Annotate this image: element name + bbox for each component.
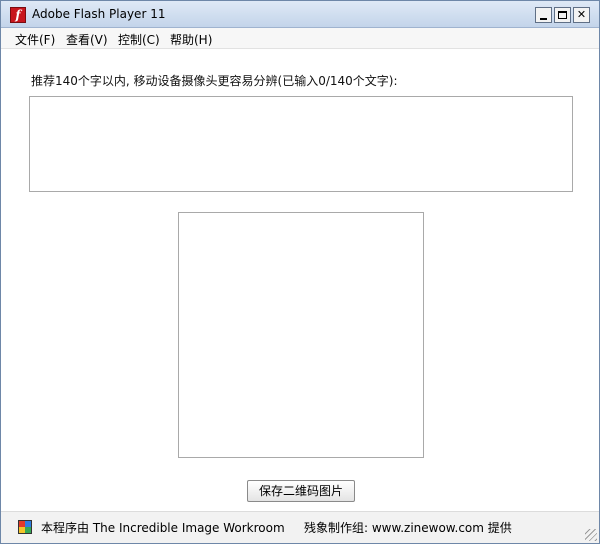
flash-icon: f [10, 7, 26, 23]
input-hint: 推荐140个字以内, 移动设备摄像头更容易分辨(已输入0/140个文字): [31, 74, 398, 88]
menu-control[interactable]: 控制(C) [118, 31, 160, 48]
resize-grip[interactable] [585, 529, 597, 541]
minimize-icon [540, 18, 547, 20]
close-button[interactable]: ✕ [573, 7, 590, 23]
qr-code-preview [178, 212, 424, 458]
minimize-button[interactable] [535, 7, 552, 23]
window-title: Adobe Flash Player 11 [32, 7, 166, 21]
status-bar: 本程序由 The Incredible Image Workroom 残象制作组… [1, 511, 599, 543]
menu-help[interactable]: 帮助(H) [170, 31, 212, 48]
menu-bar: 文件(F) 查看(V) 控制(C) 帮助(H) [1, 28, 599, 49]
save-qr-button[interactable]: 保存二维码图片 [247, 480, 355, 502]
maximize-button[interactable] [554, 7, 571, 23]
maximize-icon [558, 11, 567, 19]
menu-file[interactable]: 文件(F) [15, 31, 55, 48]
main-content: 推荐140个字以内, 移动设备摄像头更容易分辨(已输入0/140个文字): 保存… [1, 49, 599, 511]
title-bar[interactable]: f Adobe Flash Player 11 ✕ [1, 1, 599, 28]
qr-text-input[interactable] [29, 96, 573, 192]
menu-view[interactable]: 查看(V) [66, 31, 108, 48]
provider-text: 残象制作组: www.zinewow.com 提供 [304, 521, 512, 535]
workroom-logo-icon [18, 520, 32, 534]
credit-text: 本程序由 The Incredible Image Workroom [41, 521, 285, 535]
close-icon: ✕ [576, 8, 587, 21]
app-window: f Adobe Flash Player 11 ✕ 文件(F) 查看(V) 控制… [0, 0, 600, 544]
